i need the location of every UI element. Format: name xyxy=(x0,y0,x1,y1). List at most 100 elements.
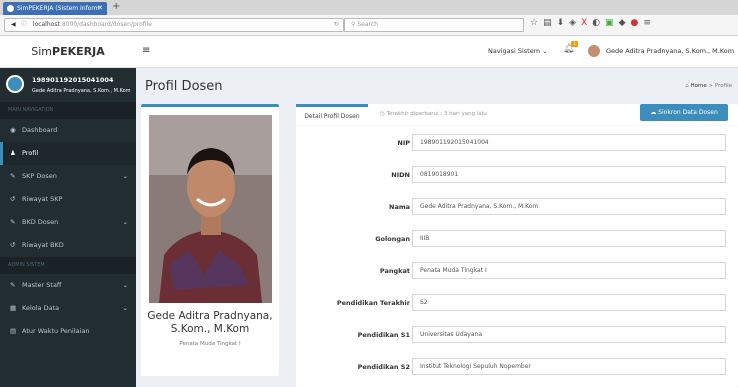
field-value[interactable]: Universitas Udayana xyxy=(412,326,726,343)
topbar-avatar[interactable] xyxy=(588,45,600,57)
profile-photo-image xyxy=(149,115,272,303)
logo-prefix: Sim xyxy=(31,45,53,58)
last-updated-text: Terakhir diperbarui : 3 hari yang lalu xyxy=(386,111,487,117)
field-value[interactable]: Institut Teknologi Sepuluh Nopember xyxy=(412,358,726,375)
chevron-down-icon: ⌄ xyxy=(122,172,128,180)
sync-button-label: Sinkron Data Dosen xyxy=(658,109,718,116)
profile-rank: Penata Muda Tingkat I xyxy=(179,341,241,347)
nav-system-dropdown[interactable]: Navigasi Sistem ⌄ xyxy=(488,47,548,55)
field-row-pangkat: Pangkat Penata Muda Tingkat I xyxy=(296,262,738,280)
chevron-down-icon: ⌄ xyxy=(122,218,128,226)
browser-tab-title: SimPEKERJA (Sistem Inform xyxy=(17,5,100,12)
field-value[interactable]: Penata Muda Tingkat I xyxy=(412,262,726,279)
pocket-icon[interactable]: ◈ xyxy=(569,18,581,28)
extension-x-icon[interactable]: X xyxy=(581,18,592,28)
sidebar-item-label: Profil xyxy=(22,149,39,157)
sidebar-item-master-staff[interactable]: ✎ Master Staff ⌄ xyxy=(0,274,136,297)
profile-name: Gede Aditra Pradnyana, S.Kom., M.Kom xyxy=(147,310,273,335)
sidebar-item-bkd-dosen[interactable]: ✎ BKD Dosen ⌄ xyxy=(0,211,136,234)
sidebar-admin-header-wrap: ADMIN SISTEM xyxy=(0,257,136,274)
field-label: Golongan xyxy=(375,235,410,243)
sync-data-button[interactable]: ☁ Sinkron Data Dosen xyxy=(640,104,728,121)
sidebar-main-header-wrap: MAIN NAVIGATION xyxy=(0,102,136,119)
browser-tab-bar: SimPEKERJA (Sistem Inform ✕ + xyxy=(0,0,738,15)
field-label: NIDN xyxy=(391,171,410,179)
new-tab-icon[interactable]: + xyxy=(112,1,120,12)
field-row-pendidikan-s2: Pendidikan S2 Institut Teknologi Sepuluh… xyxy=(296,358,738,376)
sidebar-item-profil[interactable]: ♟ Profil xyxy=(0,142,136,165)
sidebar-item-kelola-data[interactable]: ▦ Kelola Data ⌄ xyxy=(0,297,136,320)
sidebar-item-label: Dashboard xyxy=(22,126,58,134)
close-tab-icon[interactable]: ✕ xyxy=(97,2,103,15)
edit-icon: ✎ xyxy=(10,281,16,289)
main-content: Profil Dosen ⌂ Home > Profile Gede Aditr… xyxy=(136,68,738,387)
field-row-golongan: Golongan IIIB xyxy=(296,230,738,248)
sidebar-item-dashboard[interactable]: ◉ Dashboard xyxy=(0,119,136,142)
field-row-pendidikan-terakhir: Pendidikan Terakhir S2 xyxy=(296,294,738,312)
url-bar[interactable]: ◀ ⓘ localhost:8000/dashboard/dosen/profi… xyxy=(4,18,344,32)
sidebar-item-riwayat-skp[interactable]: ↺ Riwayat SKP xyxy=(0,188,136,211)
sidebar-item-label: SKP Dosen xyxy=(22,172,57,180)
history-icon: ↺ xyxy=(10,195,16,203)
field-value[interactable]: Gede Aditra Pradnyana, S.Kom., M.Kom xyxy=(412,198,726,215)
menu-icon[interactable]: ≡ xyxy=(643,18,656,28)
home-icon: ⌂ xyxy=(685,83,689,89)
bookmark-star-icon[interactable]: ☆ xyxy=(530,18,543,28)
table-icon: ▦ xyxy=(10,304,17,312)
favicon-icon xyxy=(7,5,14,12)
extension-icon[interactable]: ◐ xyxy=(592,18,605,28)
logo-bold: PEKERJA xyxy=(52,45,105,58)
topbar-user-name[interactable]: Gede Aditra Pradnyana, S.Kom., M.Kom xyxy=(606,47,734,55)
extension-dark-icon[interactable]: ◆ xyxy=(619,18,631,28)
browser-toolbar-icons: ☆▤⬇◈X◐▣◆●≡ xyxy=(530,18,656,28)
browser-navbar: ◀ ⓘ localhost:8000/dashboard/dosen/profi… xyxy=(0,15,738,36)
user-icon: ♟ xyxy=(10,149,16,157)
hamburger-menu-icon[interactable]: ≡ xyxy=(142,45,150,56)
url-host: localhost xyxy=(32,21,60,28)
sidebar-item-label: Kelola Data xyxy=(22,304,60,312)
field-value[interactable]: IIIB xyxy=(412,230,726,247)
browser-search-input[interactable]: ⚲ Search xyxy=(344,18,524,32)
profile-card: Gede Aditra Pradnyana, S.Kom., M.Kom Pen… xyxy=(141,104,279,376)
download-icon[interactable]: ⬇ xyxy=(557,18,570,28)
sidebar-item-atur-waktu[interactable]: ▤ Atur Waktu Penilaian xyxy=(0,320,136,343)
field-row-nip: NIP 198901192015041004 xyxy=(296,134,738,152)
field-value[interactable]: 0819018901 xyxy=(412,166,726,183)
app-logo[interactable]: SimPEKERJA xyxy=(0,36,136,68)
field-label: Pendidikan Terakhir xyxy=(336,299,410,307)
cloud-icon: ☁ xyxy=(650,109,657,116)
field-value[interactable]: S2 xyxy=(412,294,726,311)
sidebar-admin-header: ADMIN SISTEM xyxy=(0,257,136,274)
url-path: :8000/dashboard/dosen/profile xyxy=(59,21,152,28)
browser-tab[interactable]: SimPEKERJA (Sistem Inform ✕ xyxy=(3,2,107,15)
sidebar-item-label: BKD Dosen xyxy=(22,218,59,226)
tab-detail-profil[interactable]: Detail Profil Dosen xyxy=(296,104,368,126)
field-label: Pendidikan S1 xyxy=(357,331,410,339)
page-title: Profil Dosen xyxy=(145,79,223,94)
sidebar-user-nip: 198901192015041004 xyxy=(32,76,114,84)
breadcrumb-current: Profile xyxy=(714,83,732,89)
library-icon[interactable]: ▤ xyxy=(543,18,557,28)
reload-icon[interactable]: ↻ xyxy=(334,19,339,31)
browser-search-placeholder: Search xyxy=(357,21,378,28)
history-icon: ↺ xyxy=(10,241,16,249)
sidebar-item-label: Master Staff xyxy=(22,281,62,289)
sidebar-item-label: Riwayat SKP xyxy=(22,195,63,203)
browser-chrome: SimPEKERJA (Sistem Inform ✕ + ◀ ⓘ localh… xyxy=(0,0,738,36)
breadcrumb-home[interactable]: Home xyxy=(691,83,707,89)
sidebar-item-skp-dosen[interactable]: ✎ SKP Dosen ⌄ xyxy=(0,165,136,188)
calendar-icon: ▤ xyxy=(10,327,17,335)
field-label: Nama xyxy=(389,203,410,211)
detail-tabs: Detail Profil Dosen ◷ Terakhir diperbaru… xyxy=(296,104,738,126)
sidebar-user-name: Gede Aditra Pradnyana, S.Kom., M.Kom xyxy=(32,88,131,94)
extension-red-icon[interactable]: ● xyxy=(631,18,644,28)
field-label: NIP xyxy=(397,139,410,147)
extension-green-icon[interactable]: ▣ xyxy=(605,18,619,28)
sidebar-item-riwayat-bkd[interactable]: ↺ Riwayat BKD xyxy=(0,234,136,257)
sidebar-main-header: MAIN NAVIGATION xyxy=(0,102,136,119)
field-value[interactable]: 198901192015041004 xyxy=(412,134,726,151)
back-icon[interactable]: ◀ xyxy=(11,19,19,31)
clock-icon: ◷ xyxy=(380,111,385,117)
info-icon[interactable]: ⓘ xyxy=(21,21,27,28)
field-row-nama: Nama Gede Aditra Pradnyana, S.Kom., M.Ko… xyxy=(296,198,738,216)
